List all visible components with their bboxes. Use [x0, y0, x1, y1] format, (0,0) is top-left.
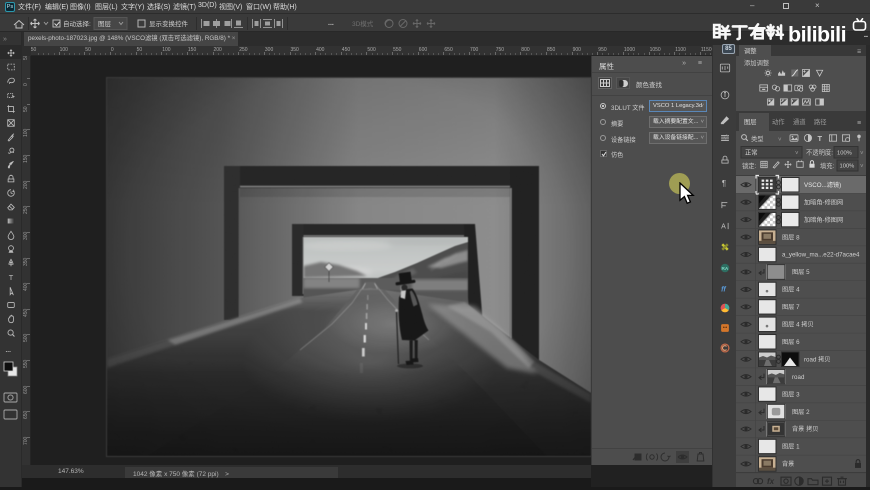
svg-text:fx: fx: [767, 477, 775, 486]
svg-text:˅: ˅: [795, 151, 799, 157]
svg-text:≡: ≡: [857, 120, 861, 127]
svg-text:背景: 背景: [782, 460, 794, 468]
svg-text:图层 5: 图层 5: [792, 269, 810, 276]
svg-text:类型: 类型: [751, 134, 764, 143]
svg-text:RA: RA: [721, 266, 728, 271]
svg-text:a_yellow_ma...e22-d7acae4: a_yellow_ma...e22-d7acae4: [782, 252, 860, 259]
svg-text:图层 3: 图层 3: [782, 391, 800, 398]
svg-text:3D模式: 3D模式: [352, 19, 374, 28]
svg-text:≡: ≡: [857, 49, 861, 56]
svg-text:图层 2: 图层 2: [792, 409, 810, 416]
svg-text:加暗角-修图网: 加暗角-修图网: [804, 198, 843, 206]
svg-text:图层 8: 图层 8: [782, 234, 800, 241]
svg-text:图层: 图层: [744, 118, 757, 126]
svg-text:图层 4: 图层 4: [782, 287, 800, 294]
svg-text:T: T: [9, 273, 14, 282]
svg-text:100%: 100%: [840, 164, 855, 170]
svg-text:正常: 正常: [745, 148, 758, 157]
svg-text:¶: ¶: [722, 179, 726, 188]
svg-text:自动选择:: 自动选择:: [63, 19, 91, 28]
svg-text:VSCO...滤镜): VSCO...滤镜): [804, 181, 841, 189]
svg-text:调整: 调整: [744, 46, 757, 55]
svg-text:背景 拷贝: 背景 拷贝: [792, 425, 818, 433]
svg-text:图层 6: 图层 6: [782, 339, 800, 346]
svg-text:图层 1: 图层 1: [782, 444, 800, 451]
svg-text:不透明度:: 不透明度:: [806, 148, 833, 157]
svg-text:动作: 动作: [772, 117, 785, 126]
svg-text:路径: 路径: [814, 117, 827, 126]
svg-text:˅: ˅: [860, 151, 864, 157]
svg-text:road: road: [792, 374, 805, 381]
svg-text:A: A: [721, 224, 726, 231]
svg-text:加暗角-修图网: 加暗角-修图网: [804, 216, 843, 224]
svg-text:road 拷贝: road 拷贝: [804, 355, 830, 363]
svg-text:...: ...: [6, 347, 12, 354]
svg-text:图层 7: 图层 7: [782, 304, 800, 311]
svg-text:通道: 通道: [793, 117, 806, 126]
svg-text:添加调整: 添加调整: [744, 58, 770, 67]
svg-text:»: »: [3, 36, 7, 43]
svg-text:图层: 图层: [98, 20, 112, 28]
svg-text:T: T: [818, 134, 823, 143]
svg-text:100%: 100%: [837, 151, 852, 157]
svg-text:ff: ff: [721, 287, 726, 294]
svg-text:锁定:: 锁定:: [742, 161, 757, 170]
svg-text:显示变换控件: 显示变换控件: [149, 19, 189, 28]
svg-text:...: ...: [328, 20, 334, 27]
svg-text:˅: ˅: [860, 164, 864, 170]
svg-text:填充:: 填充:: [820, 161, 835, 170]
svg-text:˅: ˅: [778, 138, 782, 144]
svg-text:图层 4 拷贝: 图层 4 拷贝: [782, 321, 814, 329]
